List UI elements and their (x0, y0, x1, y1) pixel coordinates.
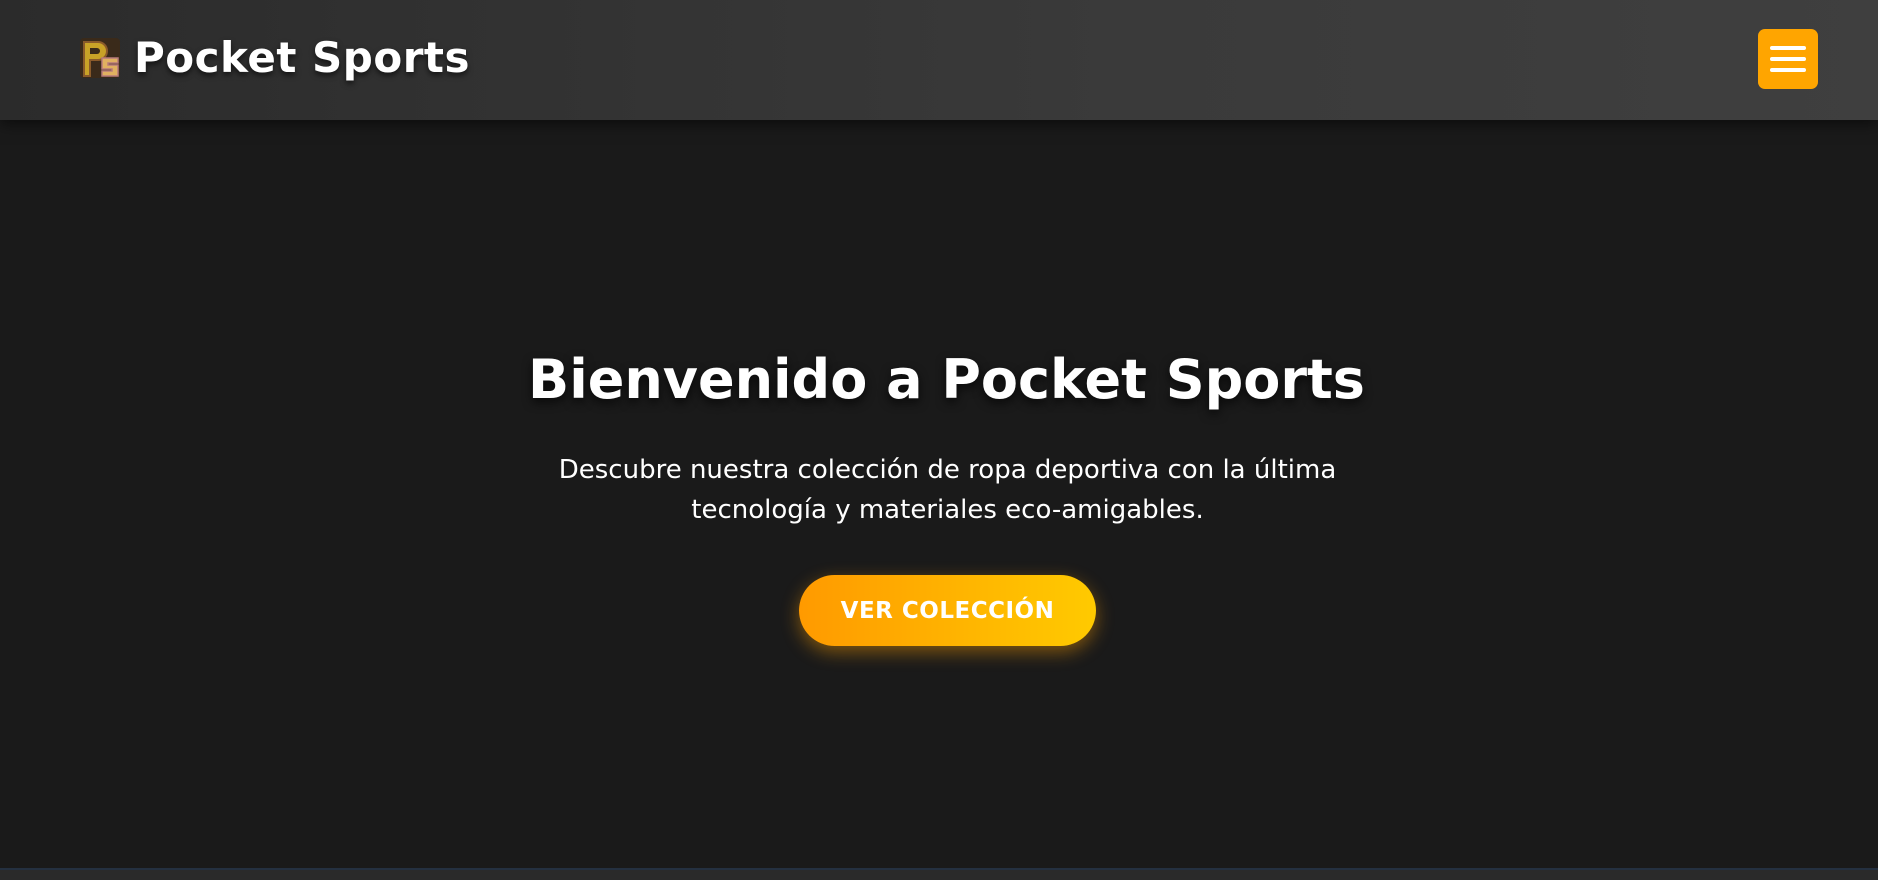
footer-edge (0, 868, 1878, 880)
menu-toggle-button[interactable] (1758, 29, 1818, 89)
hamburger-menu-icon (1770, 57, 1806, 61)
brand-logo[interactable]: Pocket Sports (78, 36, 470, 80)
hamburger-menu-icon (1770, 46, 1806, 50)
hero-section: Bienvenido a Pocket Sports Descubre nues… (0, 120, 1878, 868)
hamburger-menu-icon (1770, 68, 1806, 72)
site-header: Pocket Sports (0, 0, 1878, 120)
hero-description: Descubre nuestra colección de ropa depor… (558, 455, 1337, 525)
brand-name: Pocket Sports (134, 33, 470, 82)
view-collection-button[interactable]: VER COLECCIÓN (799, 575, 1096, 646)
pocket-sports-logo-icon (80, 38, 120, 78)
hero-title: Bienvenido a Pocket Sports (528, 348, 1365, 411)
